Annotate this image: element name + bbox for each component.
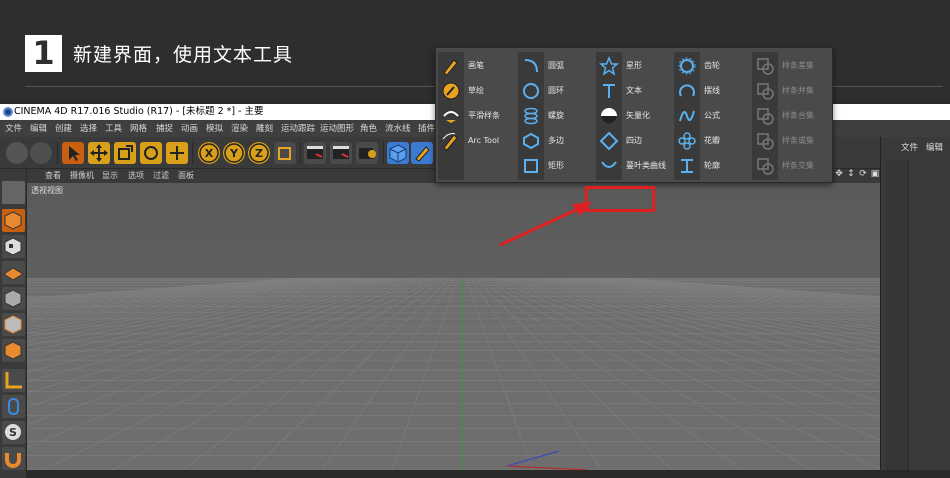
annotation-arrow-shaft — [499, 206, 581, 247]
annotation-highlight-box — [585, 186, 655, 212]
tutorial-screenshot: 1 新建界面，使用文本工具 CINEMA 4D R17.016 Studio (… — [0, 0, 950, 478]
annotation-overlay — [499, 202, 592, 247]
